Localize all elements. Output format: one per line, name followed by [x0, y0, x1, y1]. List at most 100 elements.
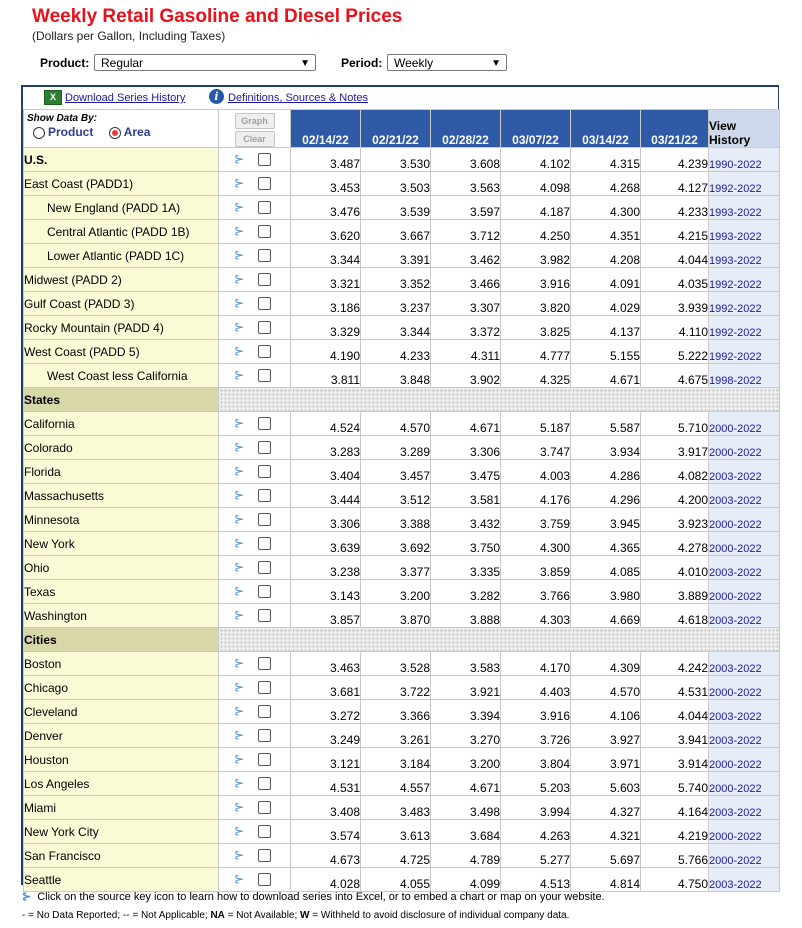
view-history-link[interactable]: 2000-2022 [709, 783, 762, 795]
graph-checkbox[interactable] [258, 344, 272, 358]
view-history-link[interactable]: 2000-2022 [709, 447, 762, 459]
key-icon[interactable]: ⊱ [234, 801, 244, 813]
view-history-link[interactable]: 2000-2022 [709, 687, 762, 699]
view-history-link[interactable]: 1992-2022 [709, 303, 762, 315]
graph-checkbox[interactable] [258, 368, 272, 382]
period-select[interactable]: Weekly ▼ [387, 54, 507, 71]
view-history-link[interactable]: 2000-2022 [709, 591, 762, 603]
key-icon[interactable]: ⊱ [234, 201, 244, 213]
graph-checkbox[interactable] [258, 656, 272, 670]
key-icon[interactable]: ⊱ [234, 249, 244, 261]
graph-checkbox[interactable] [258, 728, 272, 742]
graph-checkbox[interactable] [258, 680, 272, 694]
view-history-link[interactable]: 2000-2022 [709, 423, 762, 435]
key-icon[interactable]: ⊱ [234, 777, 244, 789]
graph-checkbox[interactable] [258, 848, 272, 862]
key-icon[interactable]: ⊱ [234, 417, 244, 429]
info-icon[interactable]: i [209, 89, 224, 104]
key-icon[interactable]: ⊱ [234, 681, 244, 693]
key-icon[interactable]: ⊱ [234, 273, 244, 285]
key-icon[interactable]: ⊱ [234, 609, 244, 621]
graph-checkbox[interactable] [258, 584, 272, 598]
radio-product-button[interactable] [33, 126, 45, 139]
clear-button[interactable]: Clear [234, 131, 275, 147]
key-icon[interactable]: ⊱ [234, 225, 244, 237]
key-icon[interactable]: ⊱ [234, 657, 244, 669]
view-history-link[interactable]: 2000-2022 [709, 519, 762, 531]
view-history-link[interactable]: 2003-2022 [709, 735, 762, 747]
key-icon[interactable]: ⊱ [234, 489, 244, 501]
graph-checkbox[interactable] [258, 320, 272, 334]
view-history-link[interactable]: 2003-2022 [709, 471, 762, 483]
view-history-link[interactable]: 2003-2022 [709, 567, 762, 579]
price-cell: 3.766 [500, 579, 571, 604]
key-icon[interactable]: ⊱ [234, 537, 244, 549]
graph-checkbox[interactable] [258, 536, 272, 550]
key-icon[interactable]: ⊱ [234, 849, 244, 861]
graph-checkbox[interactable] [258, 176, 272, 190]
view-history-link[interactable]: 2000-2022 [709, 855, 762, 867]
graph-checkbox[interactable] [258, 464, 272, 478]
graph-checkbox[interactable] [258, 872, 272, 886]
view-history-link[interactable]: 2000-2022 [709, 831, 762, 843]
view-history-link[interactable]: 1992-2022 [709, 279, 762, 291]
view-history-link[interactable]: 2003-2022 [709, 711, 762, 723]
key-icon[interactable]: ⊱ [234, 729, 244, 741]
graph-checkbox[interactable] [258, 200, 272, 214]
download-series-history-link[interactable]: Download Series History [65, 92, 185, 104]
key-icon[interactable]: ⊱ [234, 369, 244, 381]
view-history-link[interactable]: 1998-2022 [709, 375, 762, 387]
key-icon[interactable]: ⊱ [234, 153, 244, 165]
definitions-link[interactable]: Definitions, Sources & Notes [228, 92, 368, 104]
key-icon[interactable]: ⊱ [234, 345, 244, 357]
graph-button[interactable]: Graph [234, 113, 275, 129]
graph-checkbox[interactable] [258, 776, 272, 790]
graph-checkbox[interactable] [258, 752, 272, 766]
key-icon[interactable]: ⊱ [234, 297, 244, 309]
key-icon[interactable]: ⊱ [234, 321, 244, 333]
graph-checkbox[interactable] [258, 416, 272, 430]
radio-area[interactable]: Area [108, 125, 150, 139]
graph-checkbox[interactable] [258, 608, 272, 622]
key-icon[interactable]: ⊱ [234, 873, 244, 885]
key-icon[interactable]: ⊱ [234, 753, 244, 765]
key-icon[interactable]: ⊱ [234, 441, 244, 453]
key-icon[interactable]: ⊱ [234, 177, 244, 189]
graph-checkbox[interactable] [258, 248, 272, 262]
view-history-link[interactable]: 2003-2022 [709, 663, 762, 675]
view-history-link[interactable]: 2003-2022 [709, 807, 762, 819]
graph-checkbox[interactable] [258, 488, 272, 502]
graph-checkbox[interactable] [258, 704, 272, 718]
graph-checkbox[interactable] [258, 224, 272, 238]
key-icon[interactable]: ⊱ [234, 585, 244, 597]
view-history-link[interactable]: 2000-2022 [709, 759, 762, 771]
view-history-link[interactable]: 1992-2022 [709, 351, 762, 363]
view-history-link[interactable]: 1990-2022 [709, 159, 762, 171]
graph-checkbox[interactable] [258, 152, 272, 166]
view-history-link[interactable]: 2003-2022 [709, 879, 762, 891]
graph-checkbox[interactable] [258, 272, 272, 286]
radio-area-button[interactable] [108, 126, 121, 139]
view-history-link[interactable]: 2003-2022 [709, 495, 762, 507]
graph-checkbox[interactable] [258, 296, 272, 310]
view-history-link[interactable]: 1993-2022 [709, 207, 762, 219]
key-icon[interactable]: ⊱ [234, 705, 244, 717]
key-icon[interactable]: ⊱ [234, 465, 244, 477]
graph-checkbox[interactable] [258, 560, 272, 574]
graph-checkbox[interactable] [258, 824, 272, 838]
product-select[interactable]: Regular ▼ [94, 54, 316, 71]
key-icon[interactable]: ⊱ [234, 513, 244, 525]
view-history-link[interactable]: 1992-2022 [709, 327, 762, 339]
graph-checkbox[interactable] [258, 800, 272, 814]
key-icon[interactable]: ⊱ [234, 561, 244, 573]
view-history-link[interactable]: 1992-2022 [709, 183, 762, 195]
view-history-link[interactable]: 2003-2022 [709, 615, 762, 627]
radio-product[interactable]: Product [33, 125, 93, 139]
view-history-link[interactable]: 2000-2022 [709, 543, 762, 555]
view-history-link[interactable]: 1993-2022 [709, 231, 762, 243]
view-history-link[interactable]: 1993-2022 [709, 255, 762, 267]
graph-checkbox[interactable] [258, 440, 272, 454]
graph-checkbox[interactable] [258, 512, 272, 526]
excel-icon[interactable]: X [44, 90, 62, 105]
key-icon[interactable]: ⊱ [234, 825, 244, 837]
